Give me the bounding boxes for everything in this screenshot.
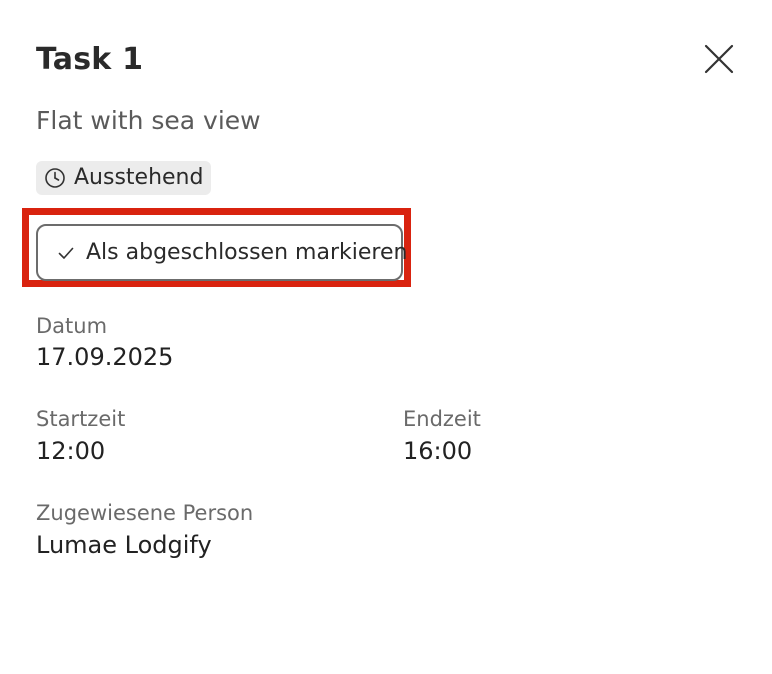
status-label: Ausstehend (74, 165, 204, 190)
date-value: 17.09.2025 (36, 343, 174, 371)
task-title: Task 1 (36, 42, 144, 77)
start-time-label: Startzeit (36, 407, 126, 431)
end-time-value: 16:00 (403, 437, 473, 465)
clock-icon (44, 167, 66, 189)
checkmark-icon (56, 243, 76, 263)
mark-complete-button[interactable]: Als abgeschlossen markieren (36, 224, 407, 281)
mark-complete-label: Als abgeschlossen markieren (86, 240, 408, 265)
close-icon (704, 44, 734, 74)
start-time-value: 12:00 (36, 437, 106, 465)
assignee-value: Lumae Lodgify (36, 531, 212, 559)
task-detail-panel: Task 1 Flat with sea view Ausstehend Als… (0, 0, 772, 674)
end-time-label: Endzeit (403, 407, 481, 431)
property-name: Flat with sea view (36, 106, 261, 135)
assignee-label: Zugewiesene Person (36, 501, 254, 525)
status-badge: Ausstehend (36, 161, 212, 195)
date-label: Datum (36, 314, 108, 338)
close-button[interactable] (702, 42, 736, 76)
